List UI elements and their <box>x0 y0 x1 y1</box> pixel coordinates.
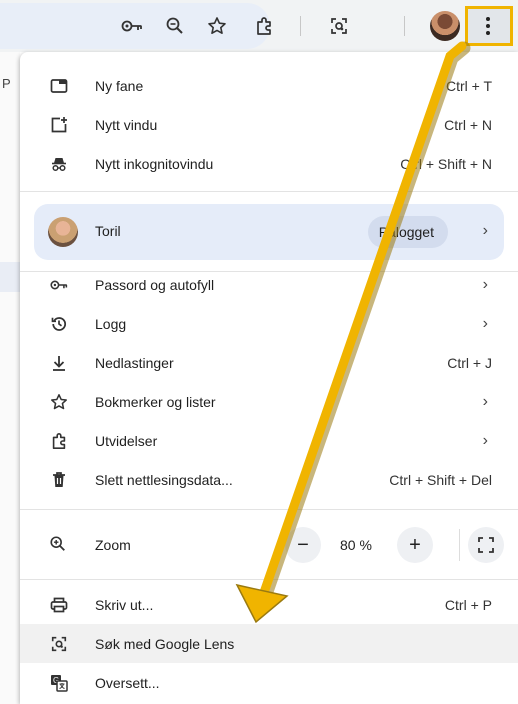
chevron-right-icon: › <box>482 275 488 293</box>
shortcut-text: Ctrl + J <box>447 354 492 371</box>
menu-item-label: Passord og autofyll <box>95 276 215 293</box>
history-icon <box>49 314 69 334</box>
star-icon <box>49 392 69 412</box>
lens-icon[interactable] <box>327 14 351 38</box>
page-background: P <box>0 52 20 704</box>
page-highlight-strip <box>0 262 20 292</box>
menu-item-bookmarks[interactable]: Bokmerker og lister › <box>20 382 518 421</box>
menu-item-label: Logg <box>95 315 127 332</box>
shortcut-text: Ctrl + N <box>444 116 492 133</box>
menu-item-label: Utvidelser <box>95 432 158 449</box>
profile-row[interactable]: Toril Pålogget › <box>34 204 504 260</box>
avatar <box>48 217 78 247</box>
menu-item-label: Ny fane <box>95 77 144 94</box>
menu-item-history[interactable]: Logg › <box>20 304 518 343</box>
menu-divider <box>20 191 518 192</box>
menu-item-new-tab[interactable]: Ny fane Ctrl + T <box>20 66 518 105</box>
menu-item-label: Søk med Google Lens <box>95 635 235 652</box>
tab-icon <box>49 76 69 96</box>
menu-item-passwords[interactable]: Passord og autofyll › <box>20 265 518 304</box>
zoom-in-button[interactable]: + <box>397 527 433 563</box>
profile-name: Toril <box>95 223 121 239</box>
zoom-label: Zoom <box>95 537 131 553</box>
menu-item-google-lens[interactable]: Søk med Google Lens <box>20 624 518 663</box>
key-icon <box>49 275 69 295</box>
menu-item-zoom: Zoom − 80 % + <box>20 519 518 571</box>
menu-item-print[interactable]: Skriv ut... Ctrl + P <box>20 585 518 624</box>
menu-divider <box>20 579 518 580</box>
zoom-icon <box>49 535 67 558</box>
profile-avatar-button[interactable] <box>430 11 460 41</box>
toolbar-divider <box>404 16 405 36</box>
menu-divider <box>20 509 518 510</box>
chevron-right-icon: › <box>482 222 488 239</box>
download-icon <box>49 353 69 373</box>
fullscreen-icon <box>478 537 494 553</box>
menu-item-incognito[interactable]: Nytt inkognitovindu Ctrl + Shift + N <box>20 144 518 183</box>
extension-icon[interactable] <box>252 14 276 38</box>
lens-icon <box>49 634 69 654</box>
menu-item-label: Skriv ut... <box>95 596 154 613</box>
zoom-out-button[interactable]: − <box>285 527 321 563</box>
page-partial-text: P <box>2 76 11 91</box>
shortcut-text: Ctrl + Shift + Del <box>389 471 492 488</box>
menu-item-label: Bokmerker og lister <box>95 393 216 410</box>
menu-item-downloads[interactable]: Nedlastinger Ctrl + J <box>20 343 518 382</box>
signed-in-badge: Pålogget <box>368 216 448 248</box>
print-icon <box>49 595 69 615</box>
zoom-divider <box>459 529 460 561</box>
new-window-icon <box>49 115 69 135</box>
translate-icon: G <box>49 673 69 693</box>
menu-item-new-window[interactable]: Nytt vindu Ctrl + N <box>20 105 518 144</box>
menu-item-label: Nedlastinger <box>95 354 174 371</box>
chevron-right-icon: › <box>482 314 488 332</box>
trash-icon <box>49 470 69 490</box>
zoom-level: 80 % <box>340 537 372 553</box>
menu-item-extensions[interactable]: Utvidelser › <box>20 421 518 460</box>
shortcut-text: Ctrl + Shift + N <box>400 155 492 172</box>
shortcut-text: Ctrl + T <box>445 77 492 94</box>
browser-toolbar <box>0 0 518 52</box>
shortcut-text: Ctrl + P <box>444 596 492 613</box>
kebab-menu-icon[interactable] <box>468 12 508 40</box>
incognito-icon <box>49 154 69 174</box>
fullscreen-button[interactable] <box>468 527 504 563</box>
chrome-main-menu: Ny fane Ctrl + T Nytt vindu Ctrl + N Nyt… <box>20 52 518 704</box>
chevron-right-icon: › <box>482 431 488 449</box>
star-icon[interactable] <box>205 14 229 38</box>
menu-item-translate[interactable]: G Oversett... <box>20 663 518 702</box>
menu-item-label: Oversett... <box>95 674 160 691</box>
menu-item-label: Slett nettlesingsdata... <box>95 471 233 488</box>
extension-icon <box>49 431 69 451</box>
key-icon[interactable] <box>120 14 144 38</box>
zoom-icon[interactable] <box>163 14 187 38</box>
toolbar-divider <box>300 16 301 36</box>
chevron-right-icon: › <box>482 392 488 410</box>
menu-item-label: Nytt inkognitovindu <box>95 155 214 172</box>
menu-item-label: Nytt vindu <box>95 116 158 133</box>
menu-item-clear-browsing-data[interactable]: Slett nettlesingsdata... Ctrl + Shift + … <box>20 460 518 499</box>
